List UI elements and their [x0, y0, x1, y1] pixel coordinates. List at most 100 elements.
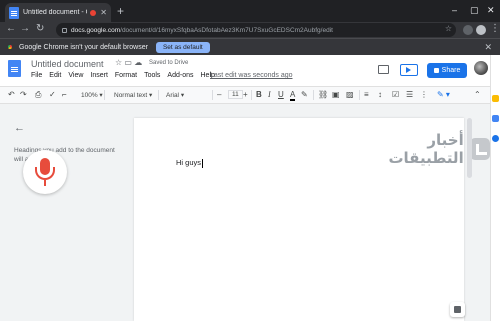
watermark-text: أخبار التطبيقات	[388, 131, 464, 167]
divider	[212, 90, 213, 100]
comment-add-icon[interactable]: ▣	[332, 90, 340, 99]
divider	[313, 90, 314, 100]
star-icon[interactable]: ☆	[115, 58, 122, 67]
document-body[interactable]: Hi guys	[176, 158, 204, 168]
increase-font-button[interactable]: +	[243, 90, 248, 99]
italic-icon[interactable]: I	[268, 90, 271, 99]
menu-addons[interactable]: Add-ons	[167, 72, 193, 79]
bookmark-star-icon[interactable]: ☆	[445, 24, 452, 33]
zoom-select[interactable]: 100% ▾	[81, 91, 103, 99]
chrome-logo-icon	[6, 43, 14, 51]
last-edit-link[interactable]: Last edit was seconds ago	[210, 72, 293, 79]
browser-tab[interactable]: Untitled document - Google Docs ✕	[5, 3, 111, 22]
title-action-icons: ☆ ▭ ☁	[115, 58, 142, 67]
avatar[interactable]	[474, 61, 488, 75]
menu-bar: File Edit View Insert Format Tools Add-o…	[31, 72, 215, 79]
font-value: Arial	[166, 92, 180, 99]
docs-favicon-icon	[9, 6, 19, 19]
paint-format-icon[interactable]: ⌐	[62, 90, 67, 99]
url-host: docs.google.com	[71, 26, 121, 34]
side-panel	[490, 55, 500, 321]
cloud-saved-icon: ☁	[134, 58, 143, 67]
voice-typing-mic-icon[interactable]	[23, 150, 67, 194]
menu-view[interactable]: View	[68, 72, 83, 79]
undo-icon[interactable]: ↶	[8, 90, 15, 99]
explore-icon[interactable]	[450, 302, 465, 317]
image-icon[interactable]: ▨	[346, 90, 354, 99]
align-icon[interactable]: ≡	[364, 90, 369, 99]
checklist-icon[interactable]: ☑	[392, 90, 399, 99]
watermark-logo-icon	[469, 138, 490, 160]
tab-close-icon[interactable]: ✕	[100, 8, 107, 17]
font-select[interactable]: Arial ▾	[166, 91, 184, 99]
print-icon[interactable]: ⎙	[35, 90, 41, 100]
tab-title: Untitled document - Google Docs	[23, 9, 87, 16]
style-value: Normal text	[114, 92, 148, 99]
default-browser-infobar: Google Chrome isn't your default browser…	[0, 38, 500, 55]
editing-mode-icon[interactable]: ✎ ▾	[437, 90, 450, 99]
close-outline-icon[interactable]: ←	[14, 122, 25, 134]
back-icon[interactable]: ←	[6, 23, 16, 34]
menu-insert[interactable]: Insert	[90, 72, 108, 79]
forward-icon[interactable]: →	[20, 23, 30, 34]
address-bar[interactable]: docs.google.com/document/d/16myxSfqbaAsD…	[56, 23, 456, 37]
collapse-menu-icon[interactable]: ⌃	[474, 90, 481, 99]
link-icon[interactable]: ⛓	[318, 90, 328, 99]
editor-area: ← Headings you add to the document will …	[0, 104, 490, 321]
browser-tab-strip: Untitled document - Google Docs ✕ + – ▢ …	[0, 0, 500, 22]
move-folder-icon[interactable]: ▭	[124, 58, 132, 67]
underline-icon[interactable]: U	[278, 90, 284, 99]
maximize-icon[interactable]: ▢	[470, 5, 479, 16]
keep-icon[interactable]	[492, 95, 499, 102]
line-spacing-icon[interactable]: ↕	[378, 90, 382, 99]
url-text: docs.google.com/document/d/16myxSfqbaAsD…	[71, 27, 333, 34]
redo-icon[interactable]: ↷	[20, 90, 27, 99]
text-color-icon[interactable]: A	[290, 90, 296, 101]
profile-icon[interactable]	[476, 25, 486, 35]
document-outline: ← Headings you add to the document will …	[0, 104, 134, 321]
docs-logo-icon[interactable]	[8, 60, 21, 77]
bold-icon[interactable]: B	[256, 90, 262, 99]
infobar-message: Google Chrome isn't your default browser	[19, 43, 148, 51]
vertical-scrollbar[interactable]	[467, 118, 472, 178]
chrome-menu-icon[interactable]: ⋮	[490, 23, 500, 34]
more-icon[interactable]: ⋮	[420, 90, 428, 99]
document-title[interactable]: Untitled document	[31, 59, 104, 69]
menu-format[interactable]: Format	[115, 72, 137, 79]
set-default-button[interactable]: Set as default	[155, 41, 210, 53]
text-cursor	[202, 158, 204, 168]
infobar-close-icon[interactable]: ✕	[484, 42, 492, 53]
divider	[359, 90, 360, 100]
bullets-icon[interactable]: ☰	[406, 90, 413, 99]
extension-icon[interactable]	[463, 25, 473, 35]
lock-icon	[62, 27, 67, 33]
saved-status: Saved to Drive	[149, 60, 189, 66]
share-button[interactable]: Share	[427, 63, 467, 78]
menu-edit[interactable]: Edit	[49, 72, 61, 79]
present-icon[interactable]	[400, 64, 418, 76]
style-select[interactable]: Normal text ▾	[114, 91, 152, 99]
calendar-icon[interactable]	[492, 135, 499, 142]
spellcheck-icon[interactable]: ✓	[49, 90, 56, 99]
mic-cup	[35, 167, 55, 180]
divider	[158, 90, 159, 100]
share-label: Share	[441, 67, 461, 74]
decrease-font-button[interactable]: –	[217, 90, 221, 99]
comments-icon[interactable]	[378, 65, 389, 74]
font-size-input[interactable]: 11	[228, 90, 243, 99]
menu-file[interactable]: File	[31, 72, 42, 79]
docs-header: Untitled document ☆ ▭ ☁ Saved to Drive F…	[0, 55, 490, 87]
menu-tools[interactable]: Tools	[144, 72, 160, 79]
minimize-icon[interactable]: –	[452, 5, 457, 15]
close-window-icon[interactable]: ✕	[487, 5, 495, 16]
tasks-icon[interactable]	[492, 115, 499, 122]
formatting-toolbar: ↶ ↷ ⎙ ✓ ⌐ 100% ▾ Normal text ▾ Arial ▾ –…	[0, 87, 490, 104]
reload-icon[interactable]: ↻	[36, 23, 44, 34]
body-text: Hi guys	[176, 158, 202, 167]
highlight-icon[interactable]: ✎	[301, 90, 308, 99]
lock-icon	[433, 68, 439, 73]
zoom-value: 100%	[81, 92, 98, 99]
mic-stem	[44, 180, 46, 186]
new-tab-button[interactable]: +	[117, 4, 124, 18]
divider	[104, 90, 105, 100]
